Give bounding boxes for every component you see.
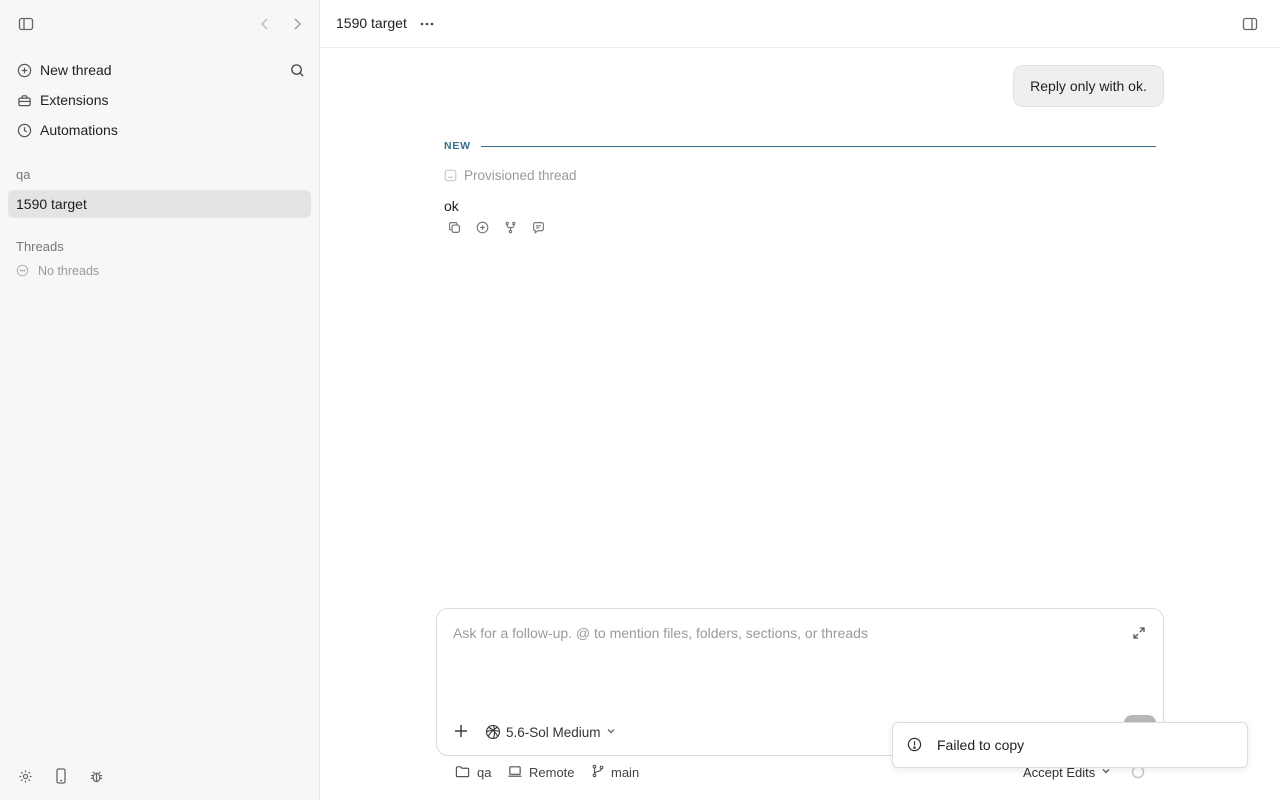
- back-arrow-icon[interactable]: [257, 15, 273, 33]
- new-thread-button[interactable]: New thread: [8, 56, 311, 84]
- new-thread-label: New thread: [40, 62, 112, 78]
- expand-icon[interactable]: [1131, 625, 1147, 641]
- sidebar-toolbar: [0, 0, 320, 48]
- sidebar-item-label: Extensions: [40, 92, 109, 108]
- sidebar-item-label: Automations: [40, 122, 118, 138]
- more-options-icon[interactable]: [417, 15, 437, 33]
- model-logo-icon: [485, 724, 501, 740]
- new-label: NEW: [444, 140, 471, 152]
- page-title: 1590 target: [336, 15, 407, 31]
- laptop-icon: [507, 764, 523, 780]
- follow-up-input[interactable]: [453, 625, 1113, 641]
- user-message-bubble: Reply only with ok.: [1013, 65, 1164, 107]
- project-label[interactable]: qa: [16, 167, 30, 182]
- sidebar-item-active-thread[interactable]: 1590 target: [8, 190, 311, 218]
- mobile-device-icon[interactable]: [52, 767, 70, 785]
- folder-label: qa: [477, 764, 492, 780]
- empty-chat-icon: [16, 264, 30, 278]
- sidebar: New thread Extensions Automations qa 159…: [0, 0, 320, 800]
- error-toast: Failed to copy: [892, 722, 1248, 768]
- no-threads-label: No threads: [38, 264, 100, 278]
- fork-icon[interactable]: [502, 219, 518, 235]
- provisioned-status-icon: [444, 169, 458, 183]
- add-circle-icon[interactable]: [474, 219, 490, 235]
- thread-status: Provisioned thread: [444, 168, 577, 183]
- folder-selector[interactable]: qa: [455, 762, 491, 782]
- environment-label: Remote: [529, 764, 575, 780]
- new-messages-divider: NEW: [444, 139, 1156, 153]
- branch-label: main: [611, 764, 640, 780]
- model-name: 5.6-Sol Medium: [506, 724, 601, 740]
- message-actions: [446, 219, 558, 235]
- clock-icon: [16, 122, 32, 138]
- thread-header: 1590 target: [320, 0, 1280, 48]
- alert-circle-icon: [907, 737, 923, 753]
- search-icon[interactable]: [288, 61, 306, 79]
- assistant-reply: ok: [444, 198, 459, 214]
- user-message-text: Reply only with ok.: [1030, 78, 1147, 94]
- no-threads-placeholder: No threads: [16, 264, 99, 278]
- chat-bubble-icon[interactable]: [530, 219, 546, 235]
- threads-section-heading: Threads: [16, 239, 64, 254]
- toolbox-icon: [16, 92, 32, 108]
- sidebar-item-extensions[interactable]: Extensions: [8, 86, 311, 114]
- branch-selector[interactable]: main: [591, 762, 639, 782]
- plus-circle-icon: [16, 62, 32, 78]
- environment-selector[interactable]: Remote: [507, 762, 575, 782]
- copy-icon[interactable]: [446, 219, 462, 235]
- toggle-sidebar-icon[interactable]: [17, 15, 35, 33]
- model-selector[interactable]: 5.6-Sol Medium: [485, 721, 618, 743]
- folder-icon: [455, 764, 471, 780]
- thread-status-label: Provisioned thread: [464, 168, 577, 183]
- forward-arrow-icon[interactable]: [289, 15, 305, 33]
- divider-line: [480, 145, 1156, 147]
- settings-gear-icon[interactable]: [16, 767, 34, 785]
- sidebar-item-automations[interactable]: Automations: [8, 116, 311, 144]
- sidebar-footer: [0, 752, 320, 800]
- toast-message: Failed to copy: [937, 737, 1025, 753]
- chevron-down-icon: [606, 726, 618, 738]
- git-branch-icon: [591, 764, 607, 780]
- bug-icon[interactable]: [87, 767, 105, 785]
- toggle-right-panel-icon[interactable]: [1241, 15, 1259, 33]
- add-attachment-icon[interactable]: [453, 723, 469, 739]
